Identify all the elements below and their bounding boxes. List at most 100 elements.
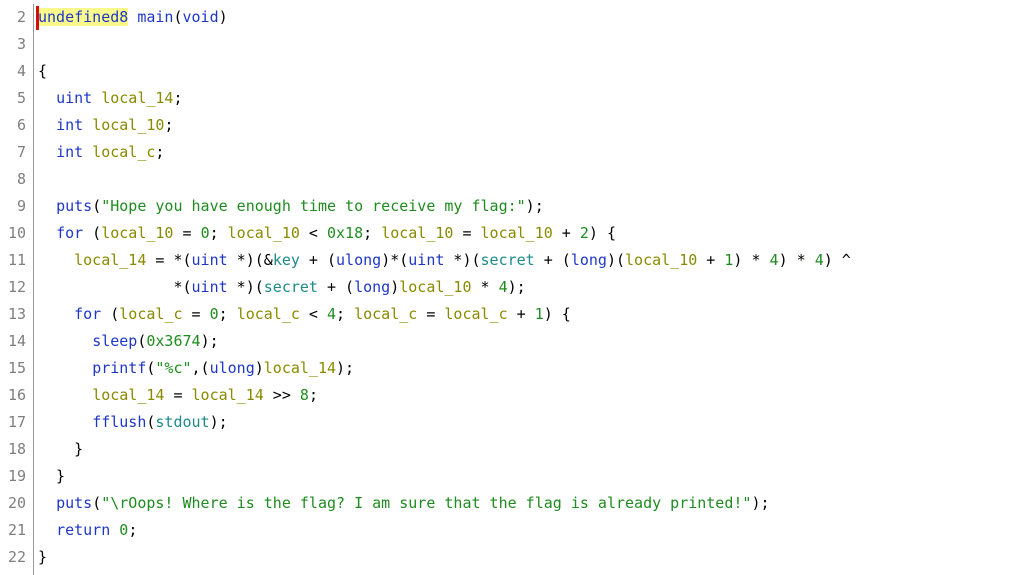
code-token: ) — [254, 359, 264, 377]
code-token: int — [56, 116, 84, 134]
code-text[interactable]: local_14 = *(uint *)(&key + (ulong)*(uin… — [38, 247, 851, 274]
code-token: ) — [218, 8, 228, 26]
code-token: ; — [308, 386, 318, 404]
code-line[interactable]: 13 for (local_c = 0; local_c < 4; local_… — [0, 301, 1021, 328]
code-token: ; — [128, 521, 138, 539]
code-token: key — [272, 251, 300, 269]
code-line[interactable]: 3 — [0, 31, 1021, 58]
code-text[interactable]: uint local_14; — [38, 85, 182, 112]
code-token: ( — [92, 197, 102, 215]
code-token: ulong — [336, 251, 382, 269]
code-token: uint — [56, 89, 93, 107]
code-line[interactable]: 12 *(uint *)(secret + (long)local_10 * 4… — [0, 274, 1021, 301]
code-token: ); — [200, 332, 219, 350]
code-token: local_14 — [263, 359, 337, 377]
code-token: local_10 — [399, 278, 472, 296]
line-number: 13 — [7, 305, 26, 323]
code-text[interactable]: puts("\rOops! Where is the flag? I am su… — [38, 490, 770, 517]
code-text[interactable]: } — [38, 544, 47, 571]
code-token: local_14 — [92, 386, 165, 404]
line-number: 10 — [7, 224, 26, 242]
code-line[interactable]: 5 uint local_14; — [0, 85, 1021, 112]
code-token: 4 — [814, 251, 824, 269]
code-text[interactable]: for (local_c = 0; local_c < 4; local_c =… — [38, 301, 571, 328]
code-line[interactable]: 7 int local_c; — [0, 139, 1021, 166]
code-line[interactable]: 2 undefined8 main(void) — [0, 4, 1021, 31]
code-token: "%c" — [155, 359, 192, 377]
line-number: 18 — [7, 440, 26, 458]
code-token: 4 — [498, 278, 508, 296]
code-token: ; — [363, 224, 382, 242]
code-text[interactable]: int local_10; — [38, 112, 173, 139]
code-token: 8 — [299, 386, 309, 404]
code-token: local_c — [92, 143, 156, 161]
code-line[interactable]: 18 } — [0, 436, 1021, 463]
line-number: 15 — [7, 359, 26, 377]
code-line[interactable]: 14 sleep(0x3674); — [0, 328, 1021, 355]
code-token: for — [74, 305, 102, 323]
code-text[interactable]: { — [38, 58, 47, 85]
code-line[interactable]: 20 puts("\rOops! Where is the flag? I am… — [0, 490, 1021, 517]
code-token: "Hope you have enough time to receive my… — [101, 197, 526, 215]
code-token: secret — [263, 278, 318, 296]
code-text[interactable]: } — [38, 463, 65, 490]
code-text[interactable]: } — [38, 436, 83, 463]
decompiler-code-view[interactable]: 2 undefined8 main(void) 3 4{5 uint local_14… — [0, 4, 1021, 575]
code-text[interactable]: sleep(0x3674); — [38, 328, 219, 355]
code-text[interactable]: printf("%c",(ulong)local_14); — [38, 355, 354, 382]
code-token: ); — [525, 197, 544, 215]
code-token: uint — [191, 278, 228, 296]
code-token: 0 — [200, 224, 210, 242]
line-number: 14 — [7, 332, 26, 350]
code-line[interactable]: 15 printf("%c",(ulong)local_14); — [0, 355, 1021, 382]
code-line[interactable]: 4{ — [0, 58, 1021, 85]
code-token: ; — [164, 116, 174, 134]
code-token: ); — [751, 494, 770, 512]
code-line[interactable]: 17 fflush(stdout); — [0, 409, 1021, 436]
code-token: int — [56, 143, 84, 161]
line-number: 7 — [16, 143, 26, 161]
code-line[interactable]: 11 local_14 = *(uint *)(&key + (ulong)*(… — [0, 247, 1021, 274]
code-token: 0x3674 — [146, 332, 201, 350]
code-token: "\rOops! Where is the flag? I am sure th… — [101, 494, 752, 512]
code-text[interactable]: fflush(stdout); — [38, 409, 227, 436]
code-text[interactable]: for (local_10 = 0; local_10 < 0x18; loca… — [38, 220, 616, 247]
code-line[interactable]: 16 local_14 = local_14 >> 8; — [0, 382, 1021, 409]
code-line[interactable]: 22} — [0, 544, 1021, 571]
code-token: ) * — [778, 251, 815, 269]
code-token: = — [453, 224, 481, 242]
line-number: 3 — [16, 35, 26, 53]
code-token: { — [38, 62, 48, 80]
code-token: *)( — [444, 251, 481, 269]
code-text[interactable]: *(uint *)(secret + (long)local_10 * 4); — [38, 274, 526, 301]
code-line[interactable]: 21 return 0; — [0, 517, 1021, 544]
code-line[interactable]: 10 for (local_10 = 0; local_10 < 0x18; l… — [0, 220, 1021, 247]
code-token: local_14 — [101, 89, 174, 107]
code-token: long — [354, 278, 391, 296]
code-token: main — [137, 8, 174, 26]
line-number: 6 — [16, 116, 26, 134]
code-text[interactable]: local_14 = local_14 >> 8; — [38, 382, 318, 409]
code-token: ,( — [191, 359, 210, 377]
line-number: 22 — [7, 548, 26, 566]
code-token: ); — [507, 278, 526, 296]
code-text[interactable]: return 0; — [38, 517, 137, 544]
line-number: 17 — [7, 413, 26, 431]
line-number: 8 — [16, 170, 26, 188]
line-number: 21 — [7, 521, 26, 539]
code-token: local_14 — [74, 251, 147, 269]
code-text[interactable]: int local_c; — [38, 139, 164, 166]
code-line[interactable]: 8 — [0, 166, 1021, 193]
code-line[interactable]: 19 } — [0, 463, 1021, 490]
code-text[interactable]: puts("Hope you have enough time to recei… — [38, 193, 544, 220]
code-line[interactable]: 6 int local_10; — [0, 112, 1021, 139]
code-token: + ( — [317, 278, 355, 296]
code-line[interactable]: 9 puts("Hope you have enough time to rec… — [0, 193, 1021, 220]
code-text[interactable]: undefined8 main(void) — [38, 4, 228, 31]
